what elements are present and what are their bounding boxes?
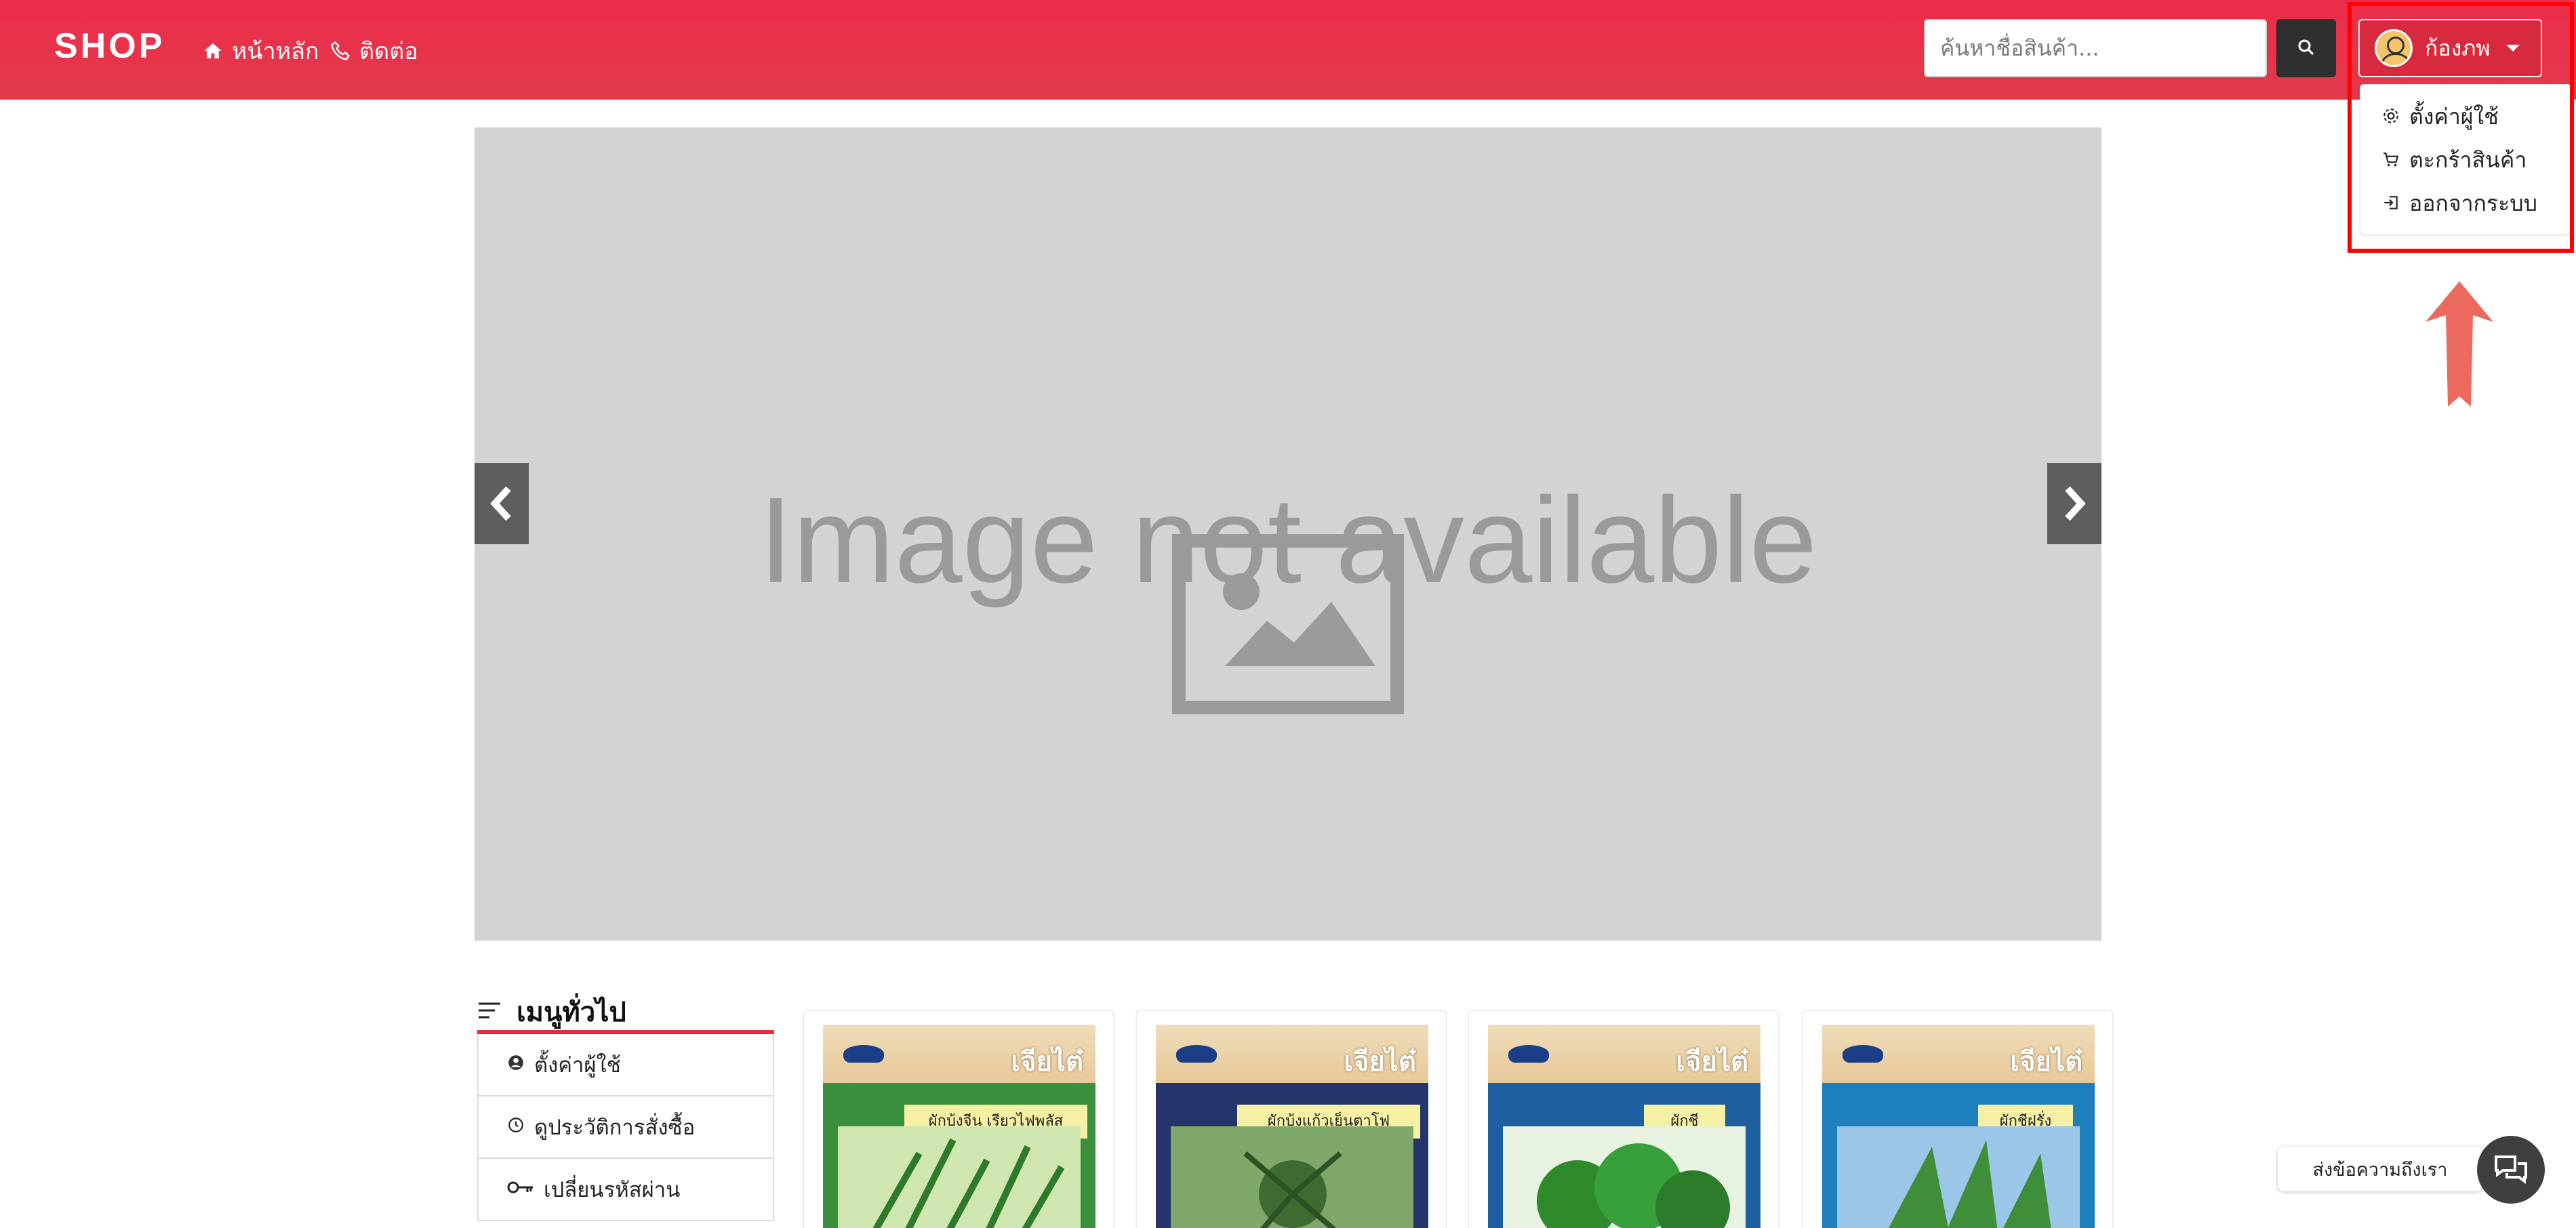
product-image: เจียไต๋ ผักบุ้งแก้วเย็นตาโฟ	[1156, 1025, 1428, 1228]
annotation-highlight-box	[2348, 2, 2574, 253]
product-image: เจียไต๋ ผักชี	[1488, 1025, 1760, 1228]
home-icon	[201, 39, 225, 63]
image-placeholder-icon	[1172, 534, 1404, 714]
product-card[interactable]: เจียไต๋ ผักชีฝรั่ง	[1802, 1010, 2114, 1228]
sidebar-item-label: ตั้งค่าผู้ใช้	[534, 1053, 621, 1078]
chat-button[interactable]	[2477, 1136, 2545, 1204]
vegetable-illustration-icon	[1837, 1126, 2080, 1228]
nav-link-contact[interactable]: ติดต่อ	[328, 33, 418, 69]
product-brand: เจียไต๋	[1344, 1046, 1416, 1078]
history-icon	[507, 1115, 525, 1139]
product-image: เจียไต๋ ผักชีฝรั่ง	[1822, 1025, 2095, 1228]
sidebar-title: เมนูทั่วไป	[477, 988, 774, 1036]
product-brand: เจียไต๋	[2010, 1046, 2082, 1078]
sidebar-title-label: เมนูทั่วไป	[517, 997, 626, 1028]
user-circle-icon	[507, 1052, 525, 1077]
brand-logo-icon	[843, 1045, 884, 1063]
product-brand: เจียไต๋	[1011, 1046, 1083, 1078]
sidebar-item-change-password[interactable]: เปลี่ยนรหัสผ่าน	[477, 1159, 774, 1221]
product-card[interactable]: เจียไต๋ ผักชี	[1468, 1010, 1779, 1228]
chat-icon	[2495, 1155, 2527, 1184]
sidebar-item-label: เปลี่ยนรหัสผ่าน	[544, 1178, 681, 1202]
chevron-left-icon	[490, 486, 511, 521]
sidebar-item-label: ดูประวัติการสั่งซื้อ	[534, 1116, 696, 1140]
brand-logo[interactable]: SHOP	[54, 26, 165, 66]
phone-icon	[328, 39, 353, 63]
list-icon	[477, 996, 502, 1027]
vegetable-illustration-icon	[1503, 1126, 1746, 1228]
brand-logo-icon	[1843, 1045, 1883, 1063]
top-navbar: SHOP หน้าหลัก ติดต่อ ก้องภพ	[0, 0, 2576, 100]
annotation-arrow-icon	[2426, 281, 2493, 407]
search-input[interactable]	[1924, 19, 2267, 77]
key-icon	[507, 1177, 534, 1202]
nav-link-contact-label: ติดต่อ	[359, 38, 418, 65]
brand-logo-icon	[1176, 1045, 1217, 1063]
vegetable-illustration-icon	[1171, 1126, 1413, 1228]
nav-link-home-label: หน้าหลัก	[232, 38, 319, 65]
sidebar-item-user-settings[interactable]: ตั้งค่าผู้ใช้	[477, 1034, 774, 1097]
product-card[interactable]: เจียไต๋ ผักบุ้งแก้วเย็นตาโฟ	[1135, 1010, 1447, 1228]
carousel-prev-button[interactable]	[475, 463, 529, 544]
product-image: เจียไต๋ ผักบุ้งจีน เรียวไฟพลัส	[823, 1025, 1095, 1228]
sidebar-item-order-history[interactable]: ดูประวัติการสั่งซื้อ	[477, 1097, 774, 1159]
search-button[interactable]	[2276, 19, 2336, 77]
carousel-next-button[interactable]	[2047, 463, 2101, 544]
vegetable-illustration-icon	[838, 1126, 1081, 1228]
brand-logo-icon	[1508, 1045, 1549, 1063]
product-brand: เจียไต๋	[1676, 1046, 1748, 1078]
chevron-right-icon	[2065, 486, 2086, 521]
hero-carousel: Image not available	[475, 127, 2101, 941]
nav-link-home[interactable]: หน้าหลัก	[201, 33, 319, 69]
search-icon	[2296, 37, 2316, 60]
product-card[interactable]: เจียไต๋ ผักบุ้งจีน เรียวไฟพลัส	[803, 1010, 1114, 1228]
chat-tooltip[interactable]: ส่งข้อความถึงเรา	[2278, 1147, 2482, 1191]
